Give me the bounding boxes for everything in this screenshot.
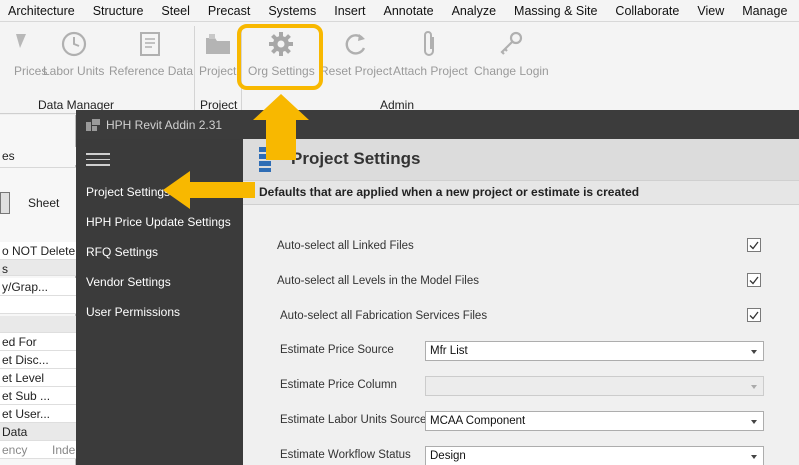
up-arrow (253, 94, 309, 160)
screen: Architecture Structure Steel Precast Sys… (0, 0, 799, 465)
left-arrow (163, 171, 255, 209)
annotation-arrows (163, 94, 309, 209)
